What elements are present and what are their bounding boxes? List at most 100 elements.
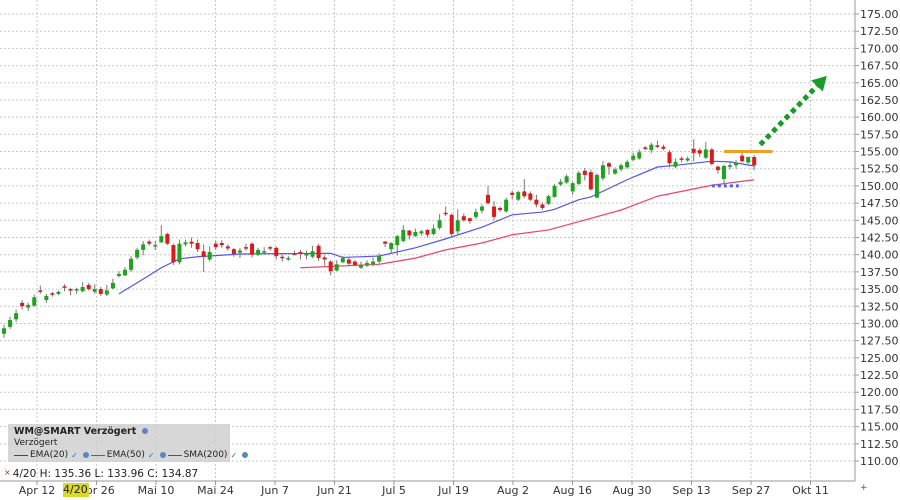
candle-body [492, 206, 497, 217]
candle-body [365, 262, 369, 266]
line-ema20 [118, 160, 755, 295]
y-tick-label: 130.00 [860, 317, 899, 330]
candle-body [189, 241, 194, 244]
x-tick-label: Sep 27 [732, 484, 770, 497]
settings-icon[interactable] [159, 452, 166, 458]
candle-body [346, 259, 351, 264]
chart-legend: WM@SMART Verzögert Verzögert EMA(20) ✓ E… [8, 424, 249, 462]
candle-body [419, 231, 424, 234]
candle-body [274, 247, 279, 257]
candle-body [268, 247, 273, 249]
candle-body [207, 251, 212, 260]
candle-body [116, 273, 121, 277]
check-icon[interactable]: ✓ [71, 451, 78, 460]
candle-body [413, 232, 418, 237]
y-tick-label: 147.50 [860, 197, 899, 210]
candle-body [377, 256, 382, 262]
candle-body [455, 220, 460, 232]
indicator-lines [118, 160, 755, 295]
candle-body [516, 192, 521, 200]
ohlc-readout: × 4/20 H: 135.36 L: 133.96 C: 134.87 [4, 468, 198, 480]
settings-icon[interactable] [141, 428, 148, 434]
legend-items: EMA(20) ✓ EMA(50) ✓ SMA(200) ✓ [14, 450, 250, 460]
candle-body [564, 176, 569, 183]
candle-body [443, 212, 448, 215]
candle-body [371, 261, 376, 265]
candle-body [449, 214, 454, 235]
candle-body [280, 256, 285, 259]
x-tick-label: Aug 30 [613, 484, 652, 497]
candle-body [534, 199, 539, 205]
candle-body [407, 230, 412, 236]
candle-body [171, 245, 176, 263]
candle-body [685, 158, 690, 161]
trend-arrow-shaft [758, 84, 819, 147]
legend-sma200[interactable]: SMA(200) [184, 450, 228, 460]
x-tick-label: Mai 10 [138, 484, 175, 497]
y-tick-label: 110.00 [860, 455, 899, 468]
candle-body [746, 157, 751, 163]
candle-body [594, 174, 599, 198]
candle-body [104, 290, 109, 295]
candle-body [715, 166, 720, 171]
candle-body [50, 293, 55, 295]
candle-body [479, 206, 484, 211]
y-tick-label: 140.00 [860, 249, 899, 262]
candle-body [310, 251, 315, 257]
candle-body [425, 229, 430, 235]
y-tick-label: 160.00 [860, 111, 899, 124]
sma200-swatch [167, 454, 182, 456]
candle-body [340, 258, 345, 263]
candle-body [667, 152, 672, 164]
candle-body [165, 234, 170, 244]
candle-body [613, 169, 618, 174]
candle-body [522, 191, 527, 197]
candle-body [292, 253, 297, 255]
candle-body [395, 236, 400, 246]
candle-body [728, 165, 732, 167]
candle-body [334, 264, 339, 271]
y-tick-label: 115.00 [860, 421, 899, 434]
candle-body [68, 289, 73, 291]
candle-body [80, 287, 85, 292]
y-tick-label: 155.00 [860, 146, 899, 159]
candle-body [250, 243, 255, 255]
close-icon[interactable]: × [4, 468, 11, 477]
candle-body [32, 297, 37, 306]
candle-body [401, 229, 406, 241]
annotations [711, 75, 827, 188]
candle-body [552, 185, 557, 197]
candle-body [201, 251, 206, 257]
candle-body [486, 194, 490, 204]
candle-body [679, 158, 684, 160]
candle-body [734, 162, 739, 166]
plus-icon[interactable]: + [860, 483, 868, 493]
candle-body [2, 328, 6, 334]
candle-body [637, 152, 642, 159]
check-icon[interactable]: ✓ [148, 451, 155, 460]
trend-arrow-head-icon [811, 75, 827, 92]
candle-body [213, 243, 218, 248]
candle-body [322, 257, 327, 260]
candle-body [582, 170, 587, 175]
y-tick-label: 157.50 [860, 128, 899, 141]
candle-body [540, 204, 545, 208]
y-tick-label: 132.50 [860, 300, 899, 313]
candle-body [389, 243, 394, 250]
settings-icon[interactable] [242, 452, 249, 458]
candle-body [740, 155, 745, 162]
candle-body [26, 304, 31, 308]
legend-ema20[interactable]: EMA(20) [30, 450, 68, 460]
settings-icon[interactable] [82, 452, 89, 458]
candle-body [504, 199, 509, 212]
legend-ema50[interactable]: EMA(50) [107, 450, 145, 460]
check-icon[interactable]: ✓ [230, 451, 237, 460]
candle-body [661, 146, 666, 149]
candle-body [56, 291, 61, 294]
y-tick-label: 127.50 [860, 335, 899, 348]
candle-body [316, 245, 321, 259]
x-tick-label: Aug 16 [553, 484, 592, 497]
y-tick-label: 120.00 [860, 386, 899, 399]
y-tick-label: 125.00 [860, 352, 899, 365]
y-tick-label: 142.50 [860, 232, 899, 245]
